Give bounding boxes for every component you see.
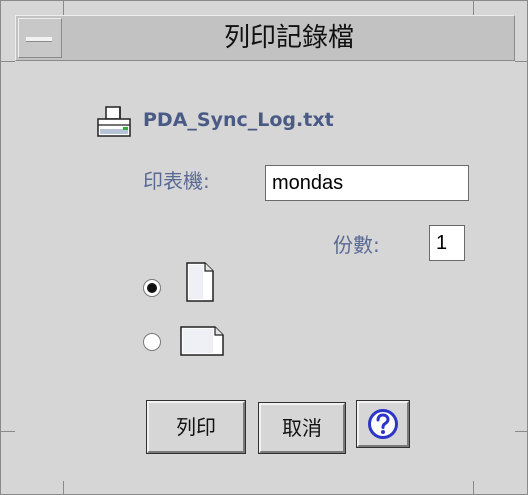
radio-selected-dot	[147, 283, 157, 293]
copies-label: 份數:	[333, 233, 380, 257]
printer-name-input[interactable]: mondas	[265, 165, 469, 201]
resize-handle-tick[interactable]	[1, 431, 15, 432]
resize-handle-tick[interactable]	[473, 481, 474, 495]
resize-handle-tick[interactable]	[515, 431, 528, 432]
printer-label: 印表機:	[143, 169, 210, 193]
copies-input[interactable]: 1	[429, 225, 465, 261]
portrait-page-icon	[186, 262, 214, 302]
landscape-page-icon	[180, 326, 224, 356]
window-title: 列印記錄檔	[223, 23, 354, 53]
window-menu-icon	[26, 37, 52, 42]
resize-handle-tick[interactable]	[63, 481, 64, 495]
resize-handle-tick[interactable]	[473, 1, 474, 15]
cancel-button[interactable]: 取消	[258, 402, 346, 454]
resize-handle-tick[interactable]	[63, 1, 64, 15]
resize-handle-tick[interactable]	[515, 61, 528, 62]
title-bar[interactable]: 列印記錄檔	[15, 15, 515, 61]
window-menu-button[interactable]	[18, 18, 62, 58]
printer-icon	[97, 106, 131, 137]
resize-handle-tick[interactable]	[1, 61, 15, 62]
print-button[interactable]: 列印	[146, 400, 246, 454]
print-log-dialog: 列印記錄檔 PDA_Sync_Log.txt 印表機: mondas 份數: 1	[0, 0, 528, 495]
landscape-radio[interactable]	[143, 333, 161, 351]
portrait-radio[interactable]	[143, 279, 161, 297]
file-name: PDA_Sync_Log.txt	[143, 109, 334, 131]
dialog-content: PDA_Sync_Log.txt 印表機: mondas 份數: 1 列印 取消	[15, 61, 515, 481]
help-button[interactable]	[356, 400, 410, 448]
help-icon	[368, 409, 398, 439]
